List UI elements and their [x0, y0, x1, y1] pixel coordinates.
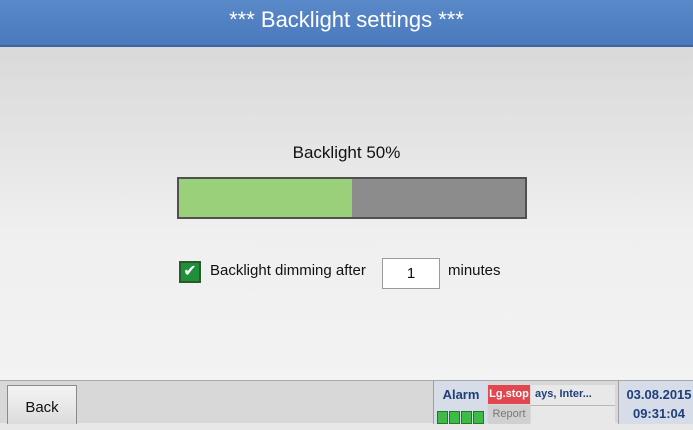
dimming-label: Backlight dimming after	[210, 262, 366, 279]
main-panel: Backlight 50% ✔ Backlight dimming after …	[0, 47, 693, 380]
led-1	[437, 411, 448, 424]
back-button[interactable]: Back	[7, 385, 77, 424]
led-2	[449, 411, 460, 424]
header-bar: *** Backlight settings ***	[0, 0, 693, 47]
alarm-button[interactable]: Alarm	[433, 381, 487, 424]
led-4	[473, 411, 484, 424]
alarm-label: Alarm	[442, 387, 480, 402]
backlight-level-bar[interactable]	[177, 177, 527, 219]
status-divider	[531, 405, 615, 406]
dimming-unit-label: minutes	[448, 262, 501, 279]
report-button[interactable]: Report	[488, 405, 530, 424]
dimming-minutes-input[interactable]: 1	[382, 258, 440, 289]
led-3	[461, 411, 472, 424]
check-icon: ✔	[183, 263, 197, 280]
backlight-level-label: Backlight 50%	[292, 143, 401, 162]
date-text: 03.08.2015	[626, 387, 692, 402]
backlight-level-fill	[179, 179, 352, 217]
time-text: 09:31:04	[632, 406, 686, 421]
footer-bar: Back Alarm Lg.stop Report ays, Inter... …	[0, 380, 693, 424]
datetime-display: 03.08.2015 09:31:04	[618, 381, 693, 424]
logger-stop-badge[interactable]: Lg.stop	[488, 385, 530, 404]
page-title: *** Backlight settings ***	[229, 7, 464, 32]
dimming-checkbox[interactable]: ✔	[179, 261, 201, 283]
